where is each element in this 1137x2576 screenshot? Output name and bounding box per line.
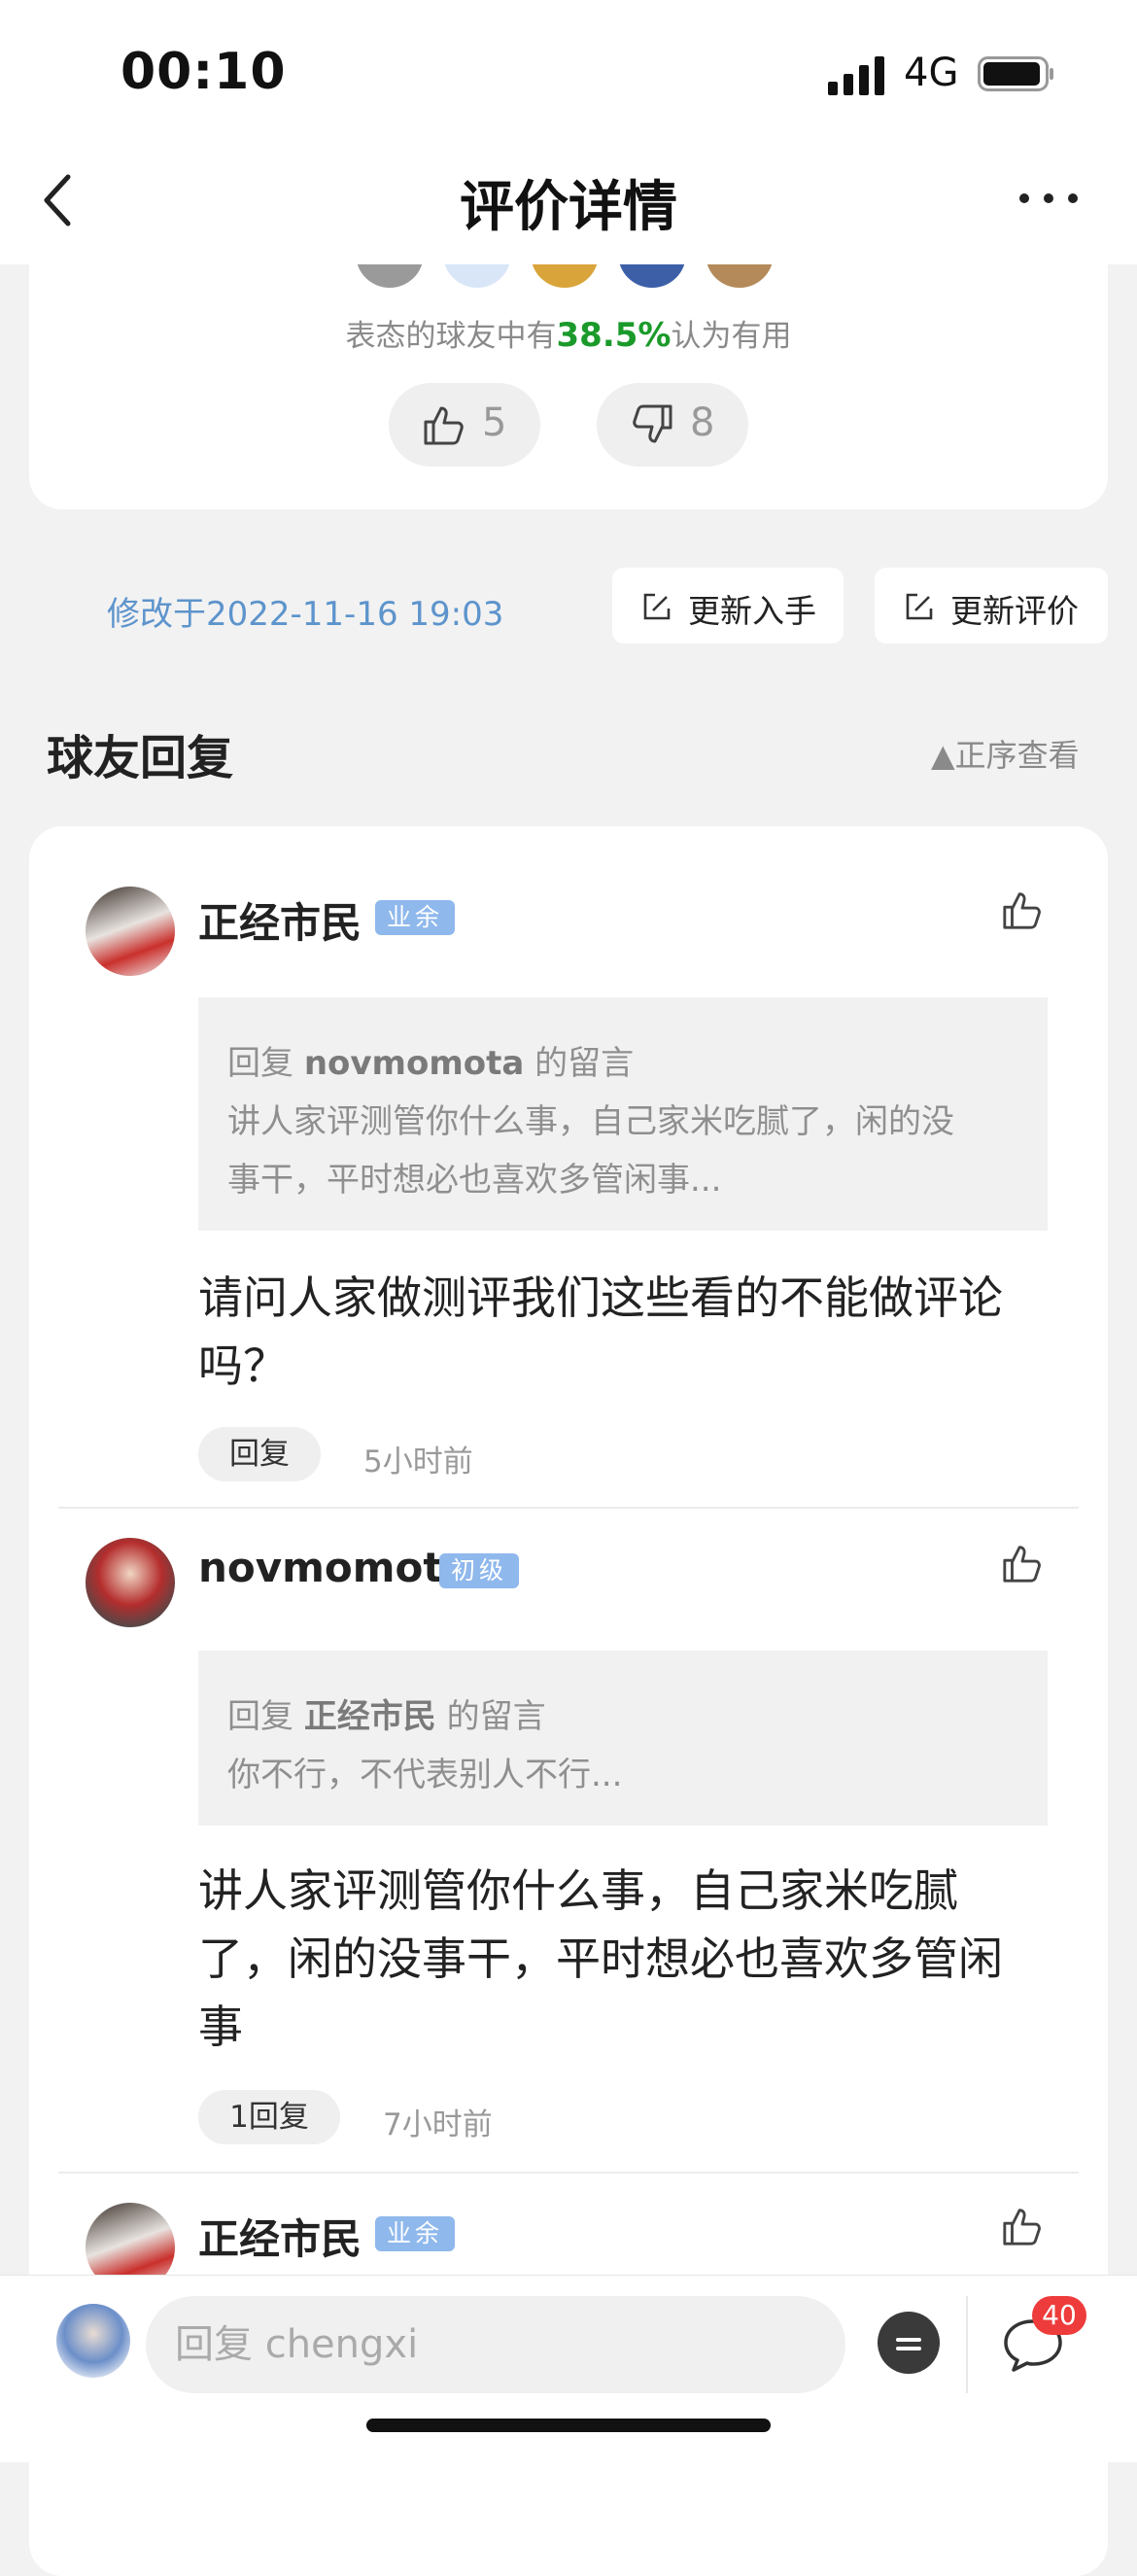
comment-text: 了，闲的没事干，平时想必也喜欢多管闲 [198, 1932, 1003, 1985]
like-icon[interactable] [1001, 888, 1044, 931]
comment-username[interactable]: 正经市民 [198, 2207, 362, 2266]
emoji-icon[interactable] [877, 2311, 941, 2375]
level-badge: 业余 [375, 2216, 456, 2251]
useful-summary: 表态的球友中有38.5%认为有用 [0, 311, 1137, 355]
quoted-reply [198, 1651, 1048, 1826]
reply-input[interactable]: 回复 chengxi [146, 2296, 845, 2393]
quote-text: 事干，平时想必也喜欢多管闲事... [227, 1161, 722, 1200]
avatar[interactable] [86, 887, 175, 976]
edit-icon [906, 593, 933, 620]
like-icon[interactable] [1001, 2205, 1044, 2247]
thumbs-down-button[interactable]: 8 [597, 383, 748, 467]
thumbs-down-count: 8 [690, 400, 715, 445]
reply-button[interactable]: 回复 [198, 1427, 321, 1481]
comment-time: 5小时前 [363, 1445, 473, 1479]
update-review-label: 更新评价 [950, 592, 1079, 630]
avatar[interactable] [86, 1538, 175, 1627]
quote-prefix: 回复 [227, 1044, 293, 1083]
quote-header: 回复 正经市民 的留言 [227, 1689, 546, 1737]
comment-text: 吗？ [198, 1340, 288, 1392]
update-buy-label: 更新入手 [688, 592, 816, 630]
quote-prefix: 回复 [227, 1697, 293, 1736]
comment-username[interactable]: 正经市民 [198, 890, 362, 950]
level-badge: 初级 [439, 1553, 520, 1588]
page-title: 评价详情 [460, 176, 677, 239]
divider [58, 1507, 1079, 1509]
home-indicator [366, 2419, 771, 2432]
comment-time: 7小时前 [383, 2107, 493, 2142]
modified-time: 修改于2022-11-16 19:03 [107, 595, 504, 634]
signal-icon [828, 56, 884, 95]
battery-icon [978, 56, 1053, 91]
comment-username[interactable]: novmomota [198, 1544, 470, 1591]
quote-text: 你不行，不代表别人不行... [227, 1756, 623, 1794]
review-card [29, 264, 1108, 509]
quote-user: novmomota [303, 1044, 525, 1083]
quote-suffix: 的留言 [534, 1044, 635, 1083]
quote-text: 讲人家评测管你什么事，自己家米吃腻了，闲的没 [227, 1102, 954, 1141]
quote-user: 正经市民 [303, 1697, 436, 1736]
thumbs-up-count: 5 [482, 400, 507, 445]
update-review-button[interactable]: 更新评价 [875, 568, 1108, 644]
comment-count-badge: 40 [1032, 2296, 1086, 2335]
edit-icon [643, 593, 671, 620]
quote-header: 回复 novmomota 的留言 [227, 1036, 634, 1084]
comment-text: 讲人家评测管你什么事，自己家米吃腻 [198, 1864, 958, 1917]
quote-suffix: 的留言 [446, 1697, 546, 1736]
sort-toggle[interactable]: ▲正序查看 [931, 731, 1080, 776]
more-icon[interactable] [1016, 191, 1081, 206]
thumbs-up-button[interactable]: 5 [389, 383, 540, 467]
useful-prefix: 表态的球友中有 [345, 319, 557, 354]
separator [966, 2296, 968, 2393]
section-title: 球友回复 [47, 731, 234, 785]
thumbs-down-icon [633, 404, 672, 443]
divider [58, 2172, 1079, 2174]
reply-button[interactable]: 1回复 [198, 2090, 340, 2144]
comment-text: 事 [198, 2001, 243, 2053]
like-icon[interactable] [1001, 1542, 1044, 1584]
level-badge: 业余 [375, 900, 456, 935]
network-type: 4G [904, 51, 959, 95]
my-avatar [56, 2304, 130, 2378]
useful-percent: 38.5% [556, 316, 672, 355]
update-buy-button[interactable]: 更新入手 [612, 568, 844, 644]
comment-text: 请问人家做测评我们这些看的不能做评论 [198, 1271, 1003, 1324]
thumbs-up-icon [424, 406, 464, 445]
useful-suffix: 认为有用 [671, 319, 792, 354]
status-time: 00:10 [121, 43, 287, 101]
